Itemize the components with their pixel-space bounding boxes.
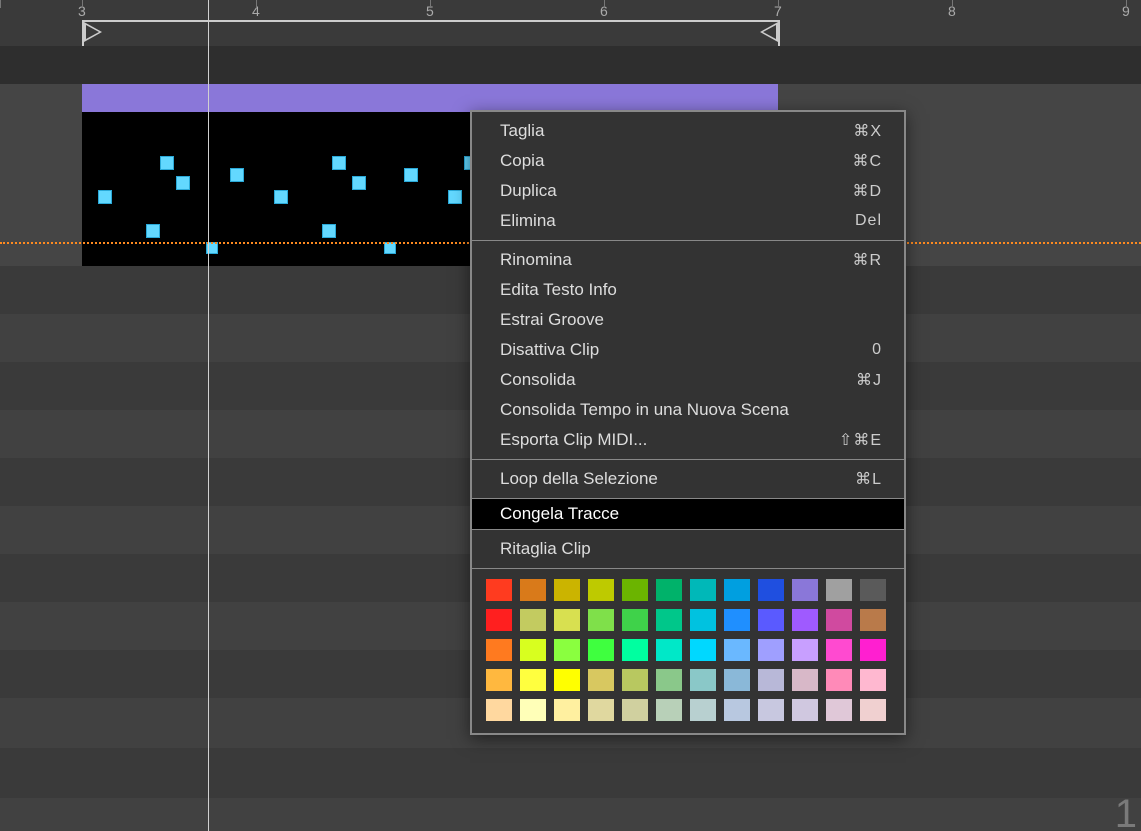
menu-item-consolidate-scene[interactable]: Consolida Tempo in una Nuova Scena	[472, 395, 904, 425]
midi-note[interactable]	[352, 176, 366, 190]
menu-item-delete[interactable]: EliminaDel	[472, 206, 904, 236]
midi-note[interactable]	[160, 156, 174, 170]
color-swatch[interactable]	[656, 579, 682, 601]
menu-item-rename[interactable]: Rinomina⌘R	[472, 245, 904, 275]
color-swatch[interactable]	[690, 609, 716, 631]
color-swatch[interactable]	[690, 579, 716, 601]
midi-note[interactable]	[176, 176, 190, 190]
color-swatch[interactable]	[486, 609, 512, 631]
color-swatch[interactable]	[588, 579, 614, 601]
color-swatch[interactable]	[588, 669, 614, 691]
menu-item-edit-info[interactable]: Edita Testo Info	[472, 275, 904, 305]
color-swatch[interactable]	[554, 579, 580, 601]
color-swatch[interactable]	[622, 669, 648, 691]
scene-strip	[0, 46, 1141, 84]
color-swatch-grid	[472, 569, 904, 733]
color-swatch[interactable]	[554, 699, 580, 721]
color-swatch[interactable]	[656, 669, 682, 691]
menu-item-deactivate-clip[interactable]: Disattiva Clip0	[472, 335, 904, 365]
color-swatch[interactable]	[656, 639, 682, 661]
midi-note[interactable]	[98, 190, 112, 204]
color-swatch[interactable]	[724, 669, 750, 691]
color-swatch[interactable]	[588, 699, 614, 721]
menu-item-loop-selection[interactable]: Loop della Selezione⌘L	[472, 464, 904, 494]
color-swatch[interactable]	[588, 639, 614, 661]
color-swatch[interactable]	[486, 579, 512, 601]
color-swatch[interactable]	[724, 699, 750, 721]
midi-note[interactable]	[146, 224, 160, 238]
color-swatch[interactable]	[520, 639, 546, 661]
clip-header[interactable]	[82, 84, 778, 112]
color-swatch[interactable]	[588, 609, 614, 631]
color-swatch[interactable]	[758, 699, 784, 721]
clip-context-menu: Taglia⌘X Copia⌘C Duplica⌘D EliminaDel Ri…	[470, 110, 906, 735]
loop-start-marker[interactable]	[84, 22, 102, 42]
color-swatch[interactable]	[724, 579, 750, 601]
playhead[interactable]	[208, 0, 209, 831]
color-swatch[interactable]	[826, 669, 852, 691]
color-swatch[interactable]	[520, 609, 546, 631]
color-swatch[interactable]	[690, 699, 716, 721]
color-swatch[interactable]	[520, 699, 546, 721]
menu-item-crop-clip[interactable]: Ritaglia Clip	[472, 534, 904, 564]
color-swatch[interactable]	[554, 639, 580, 661]
color-swatch[interactable]	[826, 699, 852, 721]
color-swatch[interactable]	[622, 609, 648, 631]
color-swatch[interactable]	[792, 699, 818, 721]
color-swatch[interactable]	[758, 579, 784, 601]
color-swatch[interactable]	[622, 699, 648, 721]
corner-number: 1	[1115, 792, 1137, 831]
color-swatch[interactable]	[724, 609, 750, 631]
color-swatch[interactable]	[690, 669, 716, 691]
color-swatch[interactable]	[690, 639, 716, 661]
color-swatch[interactable]	[520, 579, 546, 601]
color-swatch[interactable]	[622, 579, 648, 601]
color-swatch[interactable]	[554, 669, 580, 691]
timeline-ruler[interactable]: 3 4 5 6 7 8 9	[0, 0, 1141, 46]
color-swatch[interactable]	[622, 639, 648, 661]
color-swatch[interactable]	[792, 609, 818, 631]
midi-note[interactable]	[332, 156, 346, 170]
color-swatch[interactable]	[860, 699, 886, 721]
color-swatch[interactable]	[826, 609, 852, 631]
color-swatch[interactable]	[826, 639, 852, 661]
color-swatch[interactable]	[792, 579, 818, 601]
loop-end-marker[interactable]	[760, 22, 778, 42]
color-swatch[interactable]	[826, 579, 852, 601]
midi-note[interactable]	[274, 190, 288, 204]
color-swatch[interactable]	[554, 609, 580, 631]
loop-brace[interactable]	[82, 20, 780, 48]
midi-note[interactable]	[230, 168, 244, 182]
midi-note[interactable]	[448, 190, 462, 204]
color-swatch[interactable]	[758, 669, 784, 691]
midi-note[interactable]	[404, 168, 418, 182]
menu-item-duplicate[interactable]: Duplica⌘D	[472, 176, 904, 206]
color-swatch[interactable]	[486, 699, 512, 721]
color-swatch[interactable]	[656, 699, 682, 721]
menu-item-copy[interactable]: Copia⌘C	[472, 146, 904, 176]
color-swatch[interactable]	[792, 639, 818, 661]
color-swatch[interactable]	[656, 609, 682, 631]
color-swatch[interactable]	[758, 609, 784, 631]
arrangement-view: 3 4 5 6 7 8 9	[0, 0, 1141, 831]
color-swatch[interactable]	[792, 669, 818, 691]
color-swatch[interactable]	[860, 639, 886, 661]
menu-item-cut[interactable]: Taglia⌘X	[472, 116, 904, 146]
menu-item-export-midi[interactable]: Esporta Clip MIDI...⇧⌘E	[472, 425, 904, 455]
color-swatch[interactable]	[758, 639, 784, 661]
color-swatch[interactable]	[860, 609, 886, 631]
color-swatch[interactable]	[486, 669, 512, 691]
color-swatch[interactable]	[486, 639, 512, 661]
menu-item-freeze-track[interactable]: Congela Tracce	[472, 499, 904, 529]
menu-item-consolidate[interactable]: Consolida⌘J	[472, 365, 904, 395]
menu-item-extract-groove[interactable]: Estrai Groove	[472, 305, 904, 335]
color-swatch[interactable]	[860, 579, 886, 601]
color-swatch[interactable]	[724, 639, 750, 661]
midi-note[interactable]	[322, 224, 336, 238]
color-swatch[interactable]	[860, 669, 886, 691]
color-swatch[interactable]	[520, 669, 546, 691]
